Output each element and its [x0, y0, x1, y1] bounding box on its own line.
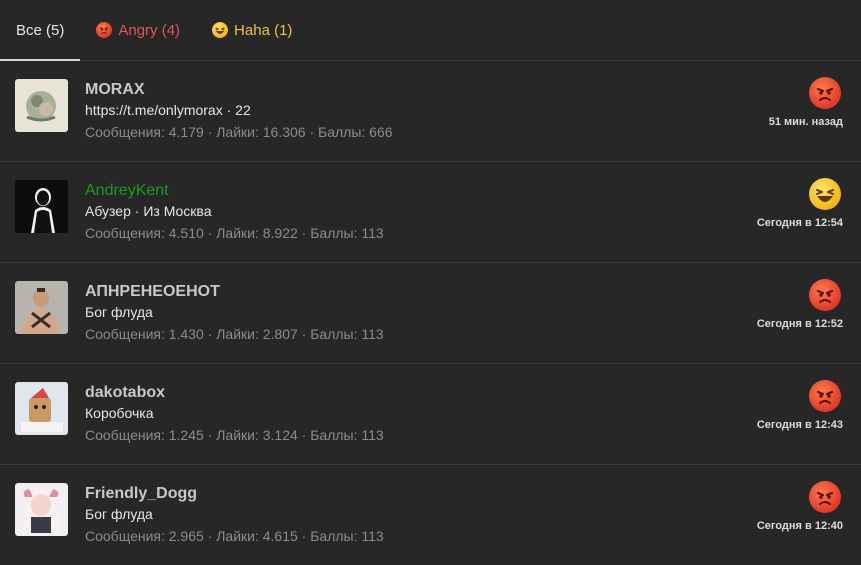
avatar[interactable] — [15, 79, 68, 132]
list-item: АПНРЕНЕОЕНОТ Бог флуда Сообщения: 1.430 … — [0, 263, 861, 364]
reaction-list: MORAX https://t.me/onlymorax · 22 Сообще… — [0, 61, 861, 565]
list-item: Friendly_Dogg Бог флуда Сообщения: 2.965… — [0, 465, 861, 565]
tab-angry[interactable]: Angry (4) — [80, 0, 196, 60]
reaction-time[interactable]: Сегодня в 12:40 — [723, 520, 843, 532]
reaction-time[interactable]: Сегодня в 12:52 — [723, 318, 843, 330]
angry-emoji-icon — [809, 481, 841, 513]
avatar[interactable] — [15, 281, 68, 334]
haha-emoji-icon — [212, 22, 229, 38]
user-stats: Сообщения: 4.510 · Лайки: 8.922 · Баллы:… — [85, 225, 384, 241]
tab-all-label: Все (5) — [16, 21, 65, 39]
user-stats: Сообщения: 4.179 · Лайки: 16.306 · Баллы… — [85, 124, 393, 140]
tab-haha-label: Haha (1) — [234, 21, 293, 39]
user-stats: Сообщения: 1.245 · Лайки: 3.124 · Баллы:… — [85, 427, 384, 443]
angry-emoji-icon — [96, 22, 113, 38]
tab-haha[interactable]: Haha (1) — [196, 0, 308, 60]
list-item: MORAX https://t.me/onlymorax · 22 Сообще… — [0, 61, 861, 162]
angry-emoji-icon — [809, 77, 841, 109]
angry-emoji-icon — [809, 279, 841, 311]
reaction-time[interactable]: 51 мин. назад — [723, 116, 843, 128]
user-stats: Сообщения: 1.430 · Лайки: 2.807 · Баллы:… — [85, 326, 384, 342]
tab-angry-label: Angry (4) — [118, 21, 181, 39]
angry-emoji-icon — [809, 380, 841, 412]
username-link[interactable]: AndreyKent — [85, 180, 384, 201]
user-title: Коробочка — [85, 405, 154, 421]
avatar[interactable] — [15, 382, 68, 435]
haha-emoji-icon — [809, 178, 841, 210]
reaction-time[interactable]: Сегодня в 12:54 — [723, 217, 843, 229]
user-title: Бог флуда — [85, 506, 153, 522]
reaction-time[interactable]: Сегодня в 12:43 — [723, 419, 843, 431]
user-stats: Сообщения: 2.965 · Лайки: 4.615 · Баллы:… — [85, 528, 384, 544]
list-item: dakotabox Коробочка Сообщения: 1.245 · Л… — [0, 364, 861, 465]
user-title: Бог флуда — [85, 304, 153, 320]
avatar[interactable] — [15, 483, 68, 536]
avatar[interactable] — [15, 180, 68, 233]
user-title: https://t.me/onlymorax · 22 — [85, 102, 251, 118]
reaction-tabs: Все (5) Angry (4) Haha (1) — [0, 0, 861, 61]
user-title: Абузер · Из Москва — [85, 203, 212, 219]
username-link[interactable]: dakotabox — [85, 382, 384, 403]
list-item: AndreyKent Абузер · Из Москва Сообщения:… — [0, 162, 861, 263]
username-link[interactable]: MORAX — [85, 79, 393, 100]
username-link[interactable]: Friendly_Dogg — [85, 483, 384, 504]
username-link[interactable]: АПНРЕНЕОЕНОТ — [85, 281, 384, 302]
tab-all[interactable]: Все (5) — [0, 0, 81, 61]
